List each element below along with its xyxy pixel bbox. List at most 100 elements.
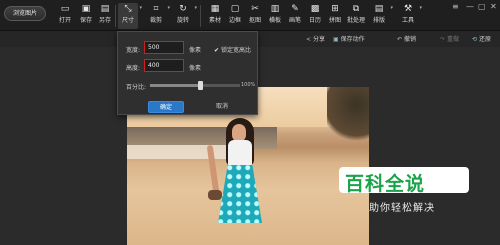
tool-material[interactable]: ▦ 素材: [205, 3, 225, 29]
redo-icon: ↷: [440, 36, 446, 43]
save-action-button[interactable]: ▣ 保存动作: [333, 34, 365, 43]
tool-border[interactable]: ▢ 边框: [225, 3, 245, 29]
tool-collage-label: 拼图: [328, 17, 341, 24]
minimize-icon[interactable]: —: [466, 2, 474, 11]
browse-images-button[interactable]: 浏览图片: [4, 6, 46, 21]
tool-batch-label: 批处理: [346, 17, 365, 24]
tool-tools-label: 工具: [401, 17, 414, 24]
tools-icon: ⚒: [403, 4, 413, 14]
tool-cutout-label: 抠图: [248, 17, 261, 24]
tool-open-label: 打开: [58, 17, 71, 24]
layout-icon: ▤: [374, 4, 384, 14]
open-icon: ▭: [60, 4, 70, 14]
main-toolbar: 浏览图片 ▭ 打开 ▣ 保存 ▤ 另存 ⤡ 尺寸 ▾ ⌗ 裁剪 ▾ ↻ 旋转 ▾…: [0, 0, 500, 31]
menu-icon[interactable]: ≡: [452, 2, 459, 11]
undo-icon: ↶: [397, 36, 403, 43]
checkmark-icon: ✔: [214, 47, 220, 54]
save-action-label: 保存动作: [340, 36, 365, 43]
width-field[interactable]: [144, 41, 184, 54]
collage-icon: ⊞: [331, 4, 339, 14]
save-as-icon: ▤: [100, 4, 110, 14]
percent-label: 百分比:: [126, 84, 147, 91]
percent-slider-handle[interactable]: [197, 81, 203, 90]
chevron-down-icon: ▾: [419, 5, 422, 11]
width-unit: 像素: [189, 47, 202, 54]
tool-material-label: 素材: [208, 17, 221, 24]
restore-label: 还原: [479, 36, 492, 43]
resize-dialog: 宽度: 像素 ✔锁定宽高比 高度: 像素 百分比: 100% 确定 取消: [117, 31, 258, 115]
tool-tools[interactable]: ⚒ 工具 ▾: [398, 3, 422, 29]
lock-aspect-checkbox[interactable]: ✔ 锁定宽高比: [214, 45, 251, 54]
border-icon: ▢: [230, 4, 240, 14]
tool-crop[interactable]: ⌗ 裁剪 ▾: [146, 3, 170, 29]
tool-layout[interactable]: ▤ 排版 ▾: [369, 3, 393, 29]
tool-save-label: 保存: [79, 17, 92, 24]
tool-save[interactable]: ▣ 保存: [76, 3, 96, 29]
tool-cutout[interactable]: ✂ 抠图: [245, 3, 265, 29]
person-top: [228, 140, 252, 166]
undo-label: 撤销: [404, 36, 417, 43]
tool-save-as-label: 另存: [98, 17, 111, 24]
share-button[interactable]: < 分享: [306, 34, 325, 43]
chevron-down-icon: ▾: [139, 5, 142, 11]
save-action-icon: ▣: [333, 36, 339, 43]
tool-resize[interactable]: ⤡ 尺寸 ▾: [118, 3, 142, 29]
percent-slider-fill: [150, 84, 200, 87]
tool-resize-label: 尺寸: [121, 17, 134, 24]
height-unit: 像素: [189, 65, 202, 72]
share-label: 分享: [313, 36, 326, 43]
tool-batch[interactable]: ⧉ 批处理: [346, 3, 366, 29]
watermark: 百科全说 助你轻松解决: [339, 165, 471, 220]
undo-button[interactable]: ↶ 撤销: [397, 34, 416, 43]
width-row: 宽度: 像素 ✔锁定宽高比: [118, 41, 259, 55]
tool-layout-label: 排版: [372, 17, 385, 24]
cancel-button[interactable]: 取消: [204, 101, 240, 113]
tool-collage[interactable]: ⊞ 拼图: [325, 3, 345, 29]
tool-brush[interactable]: ✎ 画笔: [285, 3, 305, 29]
close-icon[interactable]: ✕: [490, 2, 497, 11]
lock-aspect-label: 锁定宽高比: [221, 47, 252, 54]
toolbar-divider: [200, 5, 201, 27]
cutout-icon: ✂: [251, 4, 259, 14]
resize-icon: ⤡: [124, 4, 132, 14]
tool-rotate-label: 旋转: [176, 17, 189, 24]
tool-template[interactable]: ▥ 横板: [265, 3, 285, 29]
tool-brush-label: 画笔: [288, 17, 301, 24]
tool-calendar[interactable]: ▩ 日历: [305, 3, 325, 29]
restore-icon: ⟲: [472, 36, 478, 43]
maximize-icon[interactable]: ▢: [478, 2, 486, 11]
tool-calendar-label: 日历: [308, 17, 321, 24]
toolbar-divider: [115, 5, 116, 27]
chevron-down-icon: ▾: [167, 5, 170, 11]
tool-template-label: 横板: [268, 17, 281, 24]
redo-label: 重做: [447, 36, 460, 43]
batch-icon: ⧉: [352, 4, 360, 14]
tool-border-label: 边框: [228, 17, 241, 24]
tool-save-as[interactable]: ▤ 另存: [95, 3, 115, 29]
redo-button[interactable]: ↷ 重做: [440, 34, 459, 43]
template-icon: ▥: [270, 4, 280, 14]
person-bag: [208, 190, 222, 200]
save-icon: ▣: [81, 4, 91, 14]
chevron-down-icon: ▾: [194, 5, 197, 11]
percent-value: 100%: [241, 82, 256, 88]
calendar-icon: ▩: [310, 4, 320, 14]
tool-rotate[interactable]: ↻ 旋转 ▾: [173, 3, 197, 29]
rotate-icon: ↻: [179, 4, 187, 14]
photo-tree: [327, 87, 369, 147]
ok-button[interactable]: 确定: [148, 101, 184, 113]
tool-crop-label: 裁剪: [149, 17, 162, 24]
brush-icon: ✎: [291, 4, 299, 14]
width-label: 宽度:: [126, 47, 141, 54]
watermark-title: 百科全说: [345, 173, 426, 195]
percent-slider[interactable]: [150, 81, 240, 90]
restore-button[interactable]: ⟲ 还原: [472, 34, 491, 43]
tool-open[interactable]: ▭ 打开: [55, 3, 75, 29]
height-field[interactable]: [144, 59, 184, 72]
height-row: 高度: 像素: [118, 59, 259, 73]
chevron-down-icon: ▾: [390, 5, 393, 11]
material-icon: ▦: [210, 4, 220, 14]
height-label: 高度:: [126, 65, 141, 72]
crop-icon: ⌗: [153, 4, 159, 14]
watermark-subtitle: 助你轻松解决: [369, 203, 435, 214]
